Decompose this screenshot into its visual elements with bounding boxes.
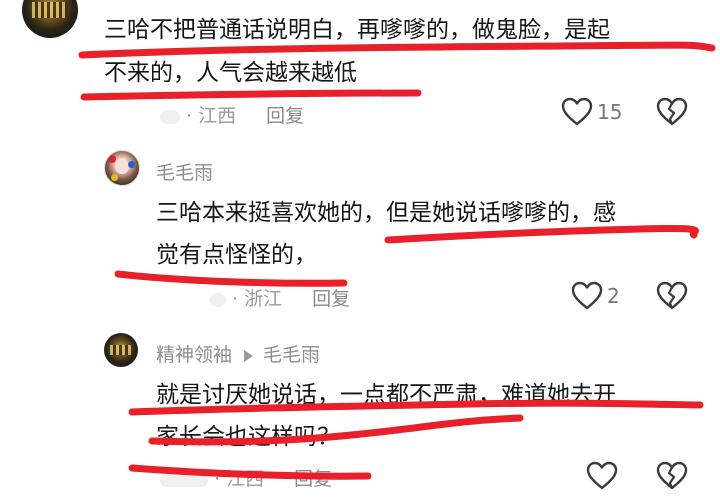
like-count: 15 bbox=[597, 100, 623, 124]
comment-text-line2: 家长会也这样吗？ bbox=[156, 424, 340, 450]
like-button[interactable] bbox=[586, 461, 618, 491]
like-button[interactable]: 2 bbox=[571, 281, 620, 311]
avatar[interactable] bbox=[104, 150, 140, 186]
avatar[interactable] bbox=[22, 0, 78, 38]
comment-text-line1: 三哈本来挺喜欢她的，但是她说话嗲嗲的，感 bbox=[156, 200, 616, 226]
avatar[interactable] bbox=[104, 333, 138, 367]
blurred-time bbox=[160, 109, 180, 124]
username-line: 精神领袖 毛毛雨 bbox=[156, 340, 320, 367]
comment-meta: · 浙江 回复 bbox=[210, 284, 350, 311]
heart-outline-icon bbox=[571, 281, 603, 310]
broken-heart-icon bbox=[656, 461, 688, 490]
comment-text-line1: 就是讨厌她说话，一点都不严肃，难道她去开 bbox=[156, 382, 616, 408]
comment-text-line1: 三哈不把普通话说明白，再嗲嗲的，做鬼脸，是起 bbox=[104, 17, 610, 43]
dislike-button[interactable] bbox=[656, 461, 688, 495]
comment-meta: · 江西 回复 bbox=[160, 101, 304, 128]
reply-to-username[interactable]: 毛毛雨 bbox=[263, 344, 320, 366]
dislike-button[interactable] bbox=[656, 281, 688, 315]
location: 江西 bbox=[198, 105, 237, 127]
comment-meta: · 江西 回复 bbox=[160, 464, 332, 491]
blurred-time bbox=[210, 292, 226, 307]
comment-text-line2: 不来的，人气会越来越低 bbox=[104, 60, 357, 86]
heart-outline-icon bbox=[561, 97, 593, 126]
reply-arrow-icon bbox=[244, 349, 254, 362]
broken-heart-icon bbox=[656, 97, 688, 126]
broken-heart-icon bbox=[656, 281, 688, 310]
reply-button[interactable]: 回复 bbox=[312, 288, 350, 310]
location: 江西 bbox=[226, 468, 265, 490]
like-count: 2 bbox=[607, 284, 620, 308]
dislike-button[interactable] bbox=[656, 97, 688, 131]
comment-text-line2: 觉有点怪怪的， bbox=[156, 242, 317, 268]
username[interactable]: 毛毛雨 bbox=[156, 158, 213, 185]
username[interactable]: 精神领袖 bbox=[156, 344, 232, 366]
blurred-time bbox=[160, 472, 208, 487]
reply-button[interactable]: 回复 bbox=[266, 105, 304, 127]
reply-button[interactable]: 回复 bbox=[294, 468, 332, 490]
location: 浙江 bbox=[244, 288, 283, 310]
heart-outline-icon bbox=[586, 461, 618, 490]
like-button[interactable]: 15 bbox=[561, 97, 622, 127]
